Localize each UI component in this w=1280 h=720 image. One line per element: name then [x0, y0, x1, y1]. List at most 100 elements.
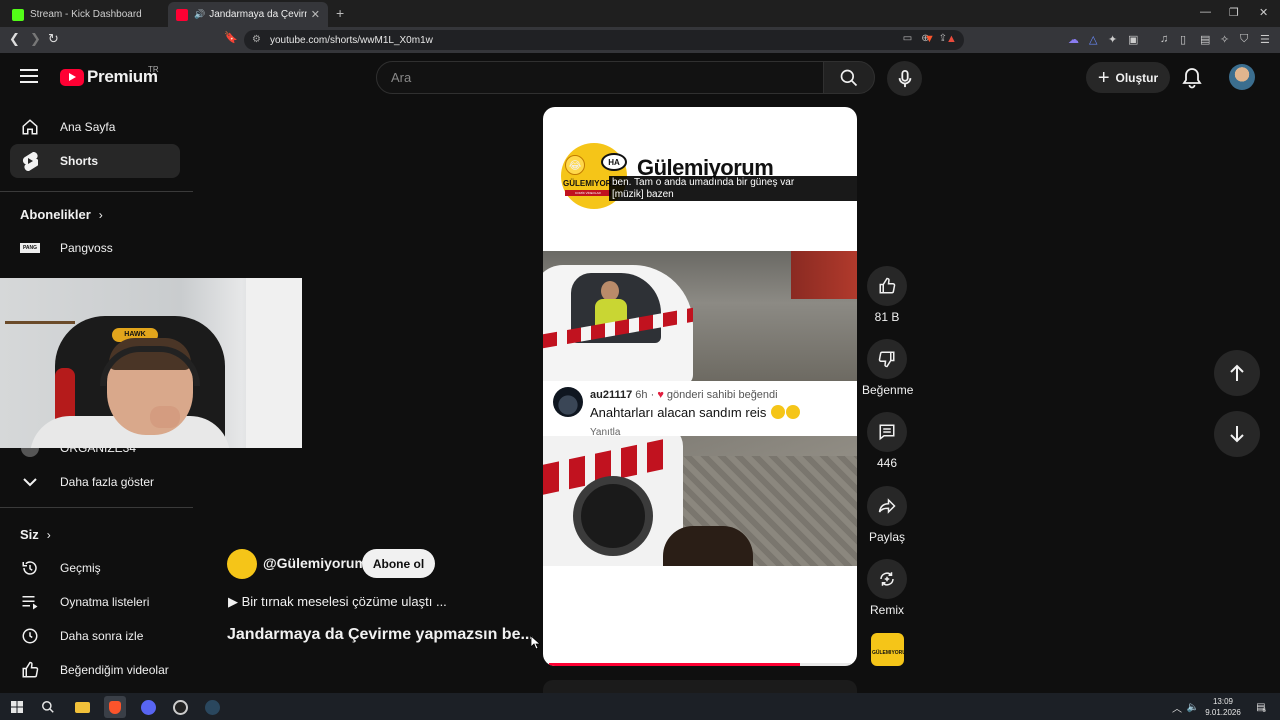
bookmark-icon[interactable]: 🔖: [224, 31, 238, 44]
sidebar-item-shorts[interactable]: Shorts: [10, 144, 180, 178]
laughing-emoji-icon: [785, 405, 800, 419]
video-progress-fill: [549, 663, 800, 666]
thumbs-up-icon: [879, 277, 896, 294]
channel-avatar[interactable]: [227, 549, 257, 579]
remix-button[interactable]: [867, 559, 907, 599]
comment-count: 446: [876, 456, 898, 470]
you-title: Siz: [20, 527, 39, 542]
video-progress-bar[interactable]: [549, 663, 851, 666]
dislike-button[interactable]: [867, 339, 907, 379]
search-icon[interactable]: [39, 698, 57, 716]
close-window-icon[interactable]: ✕: [1259, 6, 1268, 19]
sidebar-item-playlists[interactable]: Oynatma listeleri: [10, 585, 180, 619]
next-short-button[interactable]: [1214, 411, 1260, 457]
tab-kick-dashboard[interactable]: Stream - Kick Dashboard: [4, 2, 166, 27]
dislike-label: Beğenme: [862, 383, 914, 397]
restore-icon[interactable]: ❐: [1229, 6, 1239, 19]
brave-browser-icon[interactable]: [104, 696, 126, 718]
extension-icon[interactable]: ☁: [1068, 33, 1079, 46]
youtube-play-icon: [60, 68, 84, 86]
comments-button[interactable]: [867, 412, 907, 452]
file-explorer-icon[interactable]: [73, 698, 91, 716]
share-button[interactable]: [867, 486, 907, 526]
sidebar-item-liked-videos[interactable]: Beğendiğim videolar: [10, 653, 180, 687]
streamer-hand: [150, 406, 180, 428]
voice-search-button[interactable]: [887, 61, 922, 96]
chevron-right-icon: ›: [98, 207, 103, 222]
comments-action[interactable]: 446: [862, 412, 912, 470]
short-description[interactable]: ▶ Bir tırnak meselesi çözüme ulaştı ...: [228, 594, 447, 610]
system-clock[interactable]: 13:09 9.01.2026: [1198, 696, 1248, 718]
obs-icon[interactable]: [171, 698, 189, 716]
notification-center-icon[interactable]: ▤ 6: [1252, 698, 1270, 716]
webcam-door: [246, 278, 302, 448]
playlist-icon: [20, 592, 40, 612]
extension-icon[interactable]: △: [1089, 33, 1097, 46]
wallet-icon[interactable]: ▤: [1200, 33, 1210, 46]
brave-shield-icon[interactable]: ▼: [924, 33, 935, 45]
share-action[interactable]: Paylaş: [862, 486, 912, 544]
chevron-right-icon: ›: [46, 527, 51, 542]
url-text: youtube.com/shorts/wwM1L_X0m1w: [270, 34, 433, 46]
extensions-puzzle-icon[interactable]: ✦: [1108, 33, 1117, 46]
sidebar-item-pangvoss[interactable]: PANG Pangvoss: [10, 231, 180, 265]
subscribe-button[interactable]: Abone ol: [362, 549, 435, 578]
previous-short-button[interactable]: [1214, 350, 1260, 396]
leo-ai-icon[interactable]: ✧: [1220, 33, 1229, 46]
scene-wheel: [573, 476, 653, 556]
thumbnail-word: GÜLEMIYORUM: [872, 650, 904, 656]
menu-hamburger-icon[interactable]: [20, 69, 38, 83]
media-icon[interactable]: ♫: [1160, 33, 1168, 45]
subscriptions-heading[interactable]: Abonelikler ›: [20, 207, 103, 222]
back-icon[interactable]: ❮: [9, 31, 20, 47]
dislike-action[interactable]: Beğenme: [862, 339, 914, 397]
discord-icon[interactable]: [139, 698, 157, 716]
vpn-icon[interactable]: ⛉: [1240, 33, 1248, 46]
youtube-header: Premium TR Ara + Oluştur: [0, 53, 1280, 103]
tab-youtube-short[interactable]: 🔊 Jandarmaya da Çevirme yapmazsın be... …: [168, 2, 328, 27]
site-info-icon[interactable]: ⚙: [252, 34, 261, 45]
remix-label: Remix: [869, 603, 904, 617]
sidebar-item-watch-later[interactable]: Daha sonra izle: [10, 619, 180, 653]
create-button[interactable]: + Oluştur: [1086, 62, 1170, 93]
like-action[interactable]: 81 B: [862, 266, 912, 324]
show-more-button[interactable]: Daha fazla göster: [10, 465, 180, 499]
account-avatar[interactable]: [1229, 64, 1255, 90]
search-input[interactable]: Ara: [376, 61, 824, 94]
sidebar-icon[interactable]: ▯: [1180, 33, 1186, 46]
channel-handle[interactable]: @Gülemiyorum: [263, 555, 367, 571]
you-heading[interactable]: Siz ›: [20, 527, 51, 542]
steam-icon[interactable]: [203, 698, 221, 716]
youtube-favicon-icon: [176, 8, 188, 21]
windows-start-icon[interactable]: [8, 698, 26, 716]
like-button[interactable]: [867, 266, 907, 306]
shorts-video-player[interactable]: 😂 HA GÜLEMIYORUM KOMİK VİDEOLAR Gülemiyo…: [543, 107, 857, 666]
comment-body: Anahtarları alacan sandım reis: [590, 405, 767, 420]
divider: [0, 191, 193, 192]
forward-icon[interactable]: ❯: [30, 31, 41, 47]
brave-rewards-icon[interactable]: ▲: [946, 33, 957, 45]
caption-line: [müzik] bazen: [612, 189, 674, 200]
sidebar-item-label: Daha sonra izle: [60, 629, 144, 643]
channel-thumbnail[interactable]: GÜLEMIYORUM: [871, 633, 904, 666]
youtube-premium-logo[interactable]: Premium TR: [60, 65, 159, 87]
notifications-button[interactable]: [1182, 67, 1202, 94]
video-frame-bottom: [543, 436, 857, 566]
close-tab-icon[interactable]: ✕: [311, 8, 320, 21]
short-title[interactable]: Jandarmaya da Çevirme yapmazsın be...: [227, 626, 534, 644]
address-bar[interactable]: ⚙ youtube.com/shorts/wwM1L_X0m1w ▭⊕⇪: [244, 30, 964, 50]
country-code: TR: [148, 65, 159, 74]
minimize-icon[interactable]: —: [1200, 6, 1211, 18]
screenshot-icon[interactable]: ▣: [1128, 33, 1138, 46]
plus-icon: +: [1097, 66, 1110, 89]
sidebar-item-history[interactable]: Geçmiş: [10, 551, 180, 585]
remix-action[interactable]: Remix: [862, 559, 912, 617]
arrow-down-icon: [1230, 426, 1244, 443]
share-icon: [878, 498, 896, 514]
menu-icon[interactable]: ☰: [1260, 33, 1270, 46]
tab-title: Jandarmaya da Çevirme yapmazsın be...: [209, 9, 307, 20]
search-button[interactable]: [823, 61, 875, 94]
sidebar-item-home[interactable]: Ana Sayfa: [10, 110, 180, 144]
new-tab-icon[interactable]: +: [336, 5, 344, 21]
reload-icon[interactable]: ↻: [48, 31, 59, 47]
